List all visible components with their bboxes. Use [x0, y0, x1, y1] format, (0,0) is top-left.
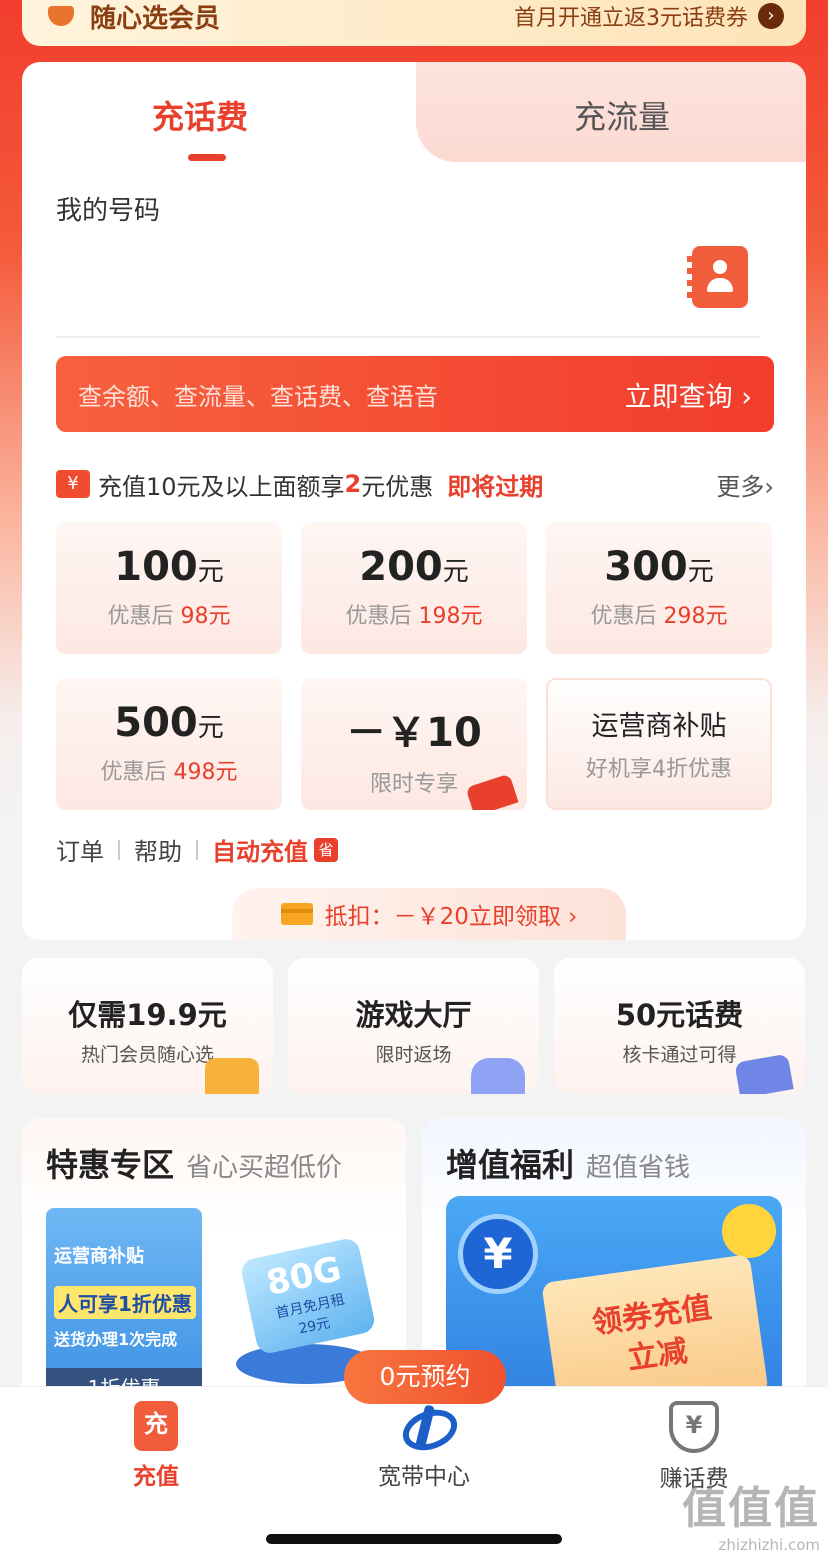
divider — [196, 839, 198, 860]
coupon-icon: ¥ — [56, 470, 90, 498]
promo-expiring: 即将过期 — [447, 472, 544, 501]
card-icon — [280, 903, 313, 925]
phone-field-row — [56, 242, 760, 338]
amount-unit: 元 — [197, 713, 224, 743]
gift-icon — [205, 1058, 259, 1094]
reserve-button[interactable]: 0元预约 — [344, 1350, 506, 1404]
poster-line: 人可享1折优惠 — [54, 1286, 196, 1319]
benefits-title: 增值福利 — [446, 1146, 575, 1184]
tab-phone-bill[interactable]: 充话费 — [152, 92, 248, 138]
phone-label: 我的号码 — [56, 196, 161, 226]
amount-unit: 元 — [197, 557, 224, 587]
amount-sub-value: 98元 — [180, 604, 231, 629]
contacts-button[interactable] — [687, 246, 748, 308]
member-banner[interactable]: 随心选会员 首月开通立返3元话费券 › — [22, 0, 806, 46]
member-promo-text: 首月开通立返3元话费券 — [514, 6, 748, 31]
benefits-subtitle: 超值省钱 — [586, 1153, 691, 1183]
tile-membership[interactable]: 仅需19.9元 热门会员随心选 — [22, 958, 273, 1094]
help-link[interactable]: 帮助 — [134, 832, 182, 867]
home-indicator[interactable] — [266, 1534, 562, 1544]
amount-option-coupon[interactable]: －￥10 限时专享 — [301, 678, 527, 810]
promo-row[interactable]: ¥ 充值10元及以上面额享 2 元优惠 即将过期 更多› — [56, 464, 774, 504]
tab-bar: 充话费 充流量 — [22, 62, 806, 162]
shield-yen-icon: ¥ — [669, 1401, 719, 1453]
data-plan-card[interactable]: 80G 首月免月租 29元 — [239, 1236, 377, 1356]
save-badge-icon: 省 — [314, 837, 338, 862]
deals-title: 特惠专区 — [46, 1146, 175, 1184]
amount-option-500[interactable]: 500元 优惠后 498元 — [56, 678, 282, 810]
nav-label: 充值 — [133, 1464, 179, 1490]
tile-phone-credit[interactable]: 50元话费 核卡通过可得 — [554, 958, 805, 1094]
divider — [118, 839, 120, 860]
amount-unit: 元 — [687, 557, 714, 587]
recharge-card: 充话费 充流量 我的号码 查余额、查流量、查话费、查语音 立即查询 › ¥ 充值… — [22, 62, 806, 940]
mascot-icon — [722, 1204, 776, 1258]
tab-data[interactable]: 充流量 — [574, 92, 670, 138]
tile-title: 游戏大厅 — [355, 998, 472, 1032]
recharge-icon: 充 — [134, 1401, 178, 1451]
tab-active-indicator — [188, 154, 226, 161]
amount-option-300[interactable]: 300元 优惠后 298元 — [546, 522, 772, 654]
carrier-subsidy-card[interactable]: 运营商补贴 好机享4折优惠 — [546, 678, 772, 810]
tile-game-hall[interactable]: 游戏大厅 限时返场 — [288, 958, 539, 1094]
poster-line: 运营商补贴 — [54, 1246, 144, 1267]
amount-sub-label: 优惠后 — [100, 760, 167, 785]
deals-poster[interactable]: 运营商补贴 人可享1折优惠 送货办理1次完成 1折优惠 — [46, 1208, 202, 1408]
amount-unit: 元 — [442, 557, 469, 587]
amount-value: 200 — [359, 544, 443, 590]
amount-sub-label: 优惠后 — [107, 604, 174, 629]
amount-option-200[interactable]: 200元 优惠后 198元 — [301, 522, 527, 654]
gamepad-icon — [471, 1058, 525, 1094]
deals-subtitle: 省心买超低价 — [186, 1153, 343, 1183]
amount-sub-value: 498元 — [173, 760, 238, 785]
deduct-text: 抵扣：－￥20立即领取 › — [324, 904, 578, 930]
promo-more-link[interactable]: 更多› — [716, 467, 774, 502]
quick-tiles: 仅需19.9元 热门会员随心选 游戏大厅 限时返场 50元话费 核卡通过可得 — [22, 958, 806, 1094]
tile-title: 仅需19.9元 — [68, 998, 227, 1032]
watermark-url: zhizhizhi.com — [718, 1536, 820, 1554]
amount-value: 100 — [114, 544, 198, 590]
nav-item-recharge[interactable]: 充 充值 — [66, 1401, 246, 1491]
amount-sub-value: 298元 — [663, 604, 728, 629]
link-row: 订单 帮助 自动充值 省 — [56, 832, 338, 867]
promo-suffix: 元优惠 — [361, 472, 434, 501]
heart-icon — [44, 0, 80, 34]
subsidy-sub: 好机享4折优惠 — [586, 757, 732, 782]
tile-title: 50元话费 — [615, 998, 744, 1032]
amount-sub-label: 优惠后 — [345, 604, 412, 629]
contacts-icon — [687, 256, 693, 300]
amount-grid: 100元 优惠后 98元 200元 优惠后 198元 300元 优惠后 298元… — [56, 522, 774, 810]
amount-sub-value: 198元 — [418, 604, 483, 629]
watermark-logo: 值值值 — [682, 1483, 820, 1534]
auto-recharge-link[interactable]: 自动充值 — [212, 832, 308, 867]
deduct-coupon-pill[interactable]: 抵扣：－￥20立即领取 › — [232, 888, 626, 940]
promo-amount: 2 — [344, 470, 362, 498]
member-promo[interactable]: 首月开通立返3元话费券 › — [514, 0, 784, 32]
nav-label: 宽带中心 — [378, 1464, 470, 1490]
phone-input[interactable] — [60, 282, 620, 313]
member-title: 随心选会员 — [90, 3, 221, 34]
watermark: 值值值 zhizhizhi.com — [682, 1472, 820, 1554]
query-text: 查余额、查流量、查话费、查语音 — [78, 382, 438, 411]
chevron-right-icon: › — [758, 3, 784, 29]
query-button[interactable]: 立即查询 › — [625, 375, 752, 414]
poster-line: 送货办理1次完成 — [54, 1330, 178, 1349]
amount-option-100[interactable]: 100元 优惠后 98元 — [56, 522, 282, 654]
query-bar[interactable]: 查余额、查流量、查话费、查语音 立即查询 › — [56, 356, 774, 432]
amount-value: 500 — [114, 700, 198, 746]
telecom-logo-icon — [396, 1401, 452, 1451]
amount-sub-label: 优惠后 — [590, 604, 657, 629]
nav-item-broadband[interactable]: 宽带中心 — [334, 1401, 514, 1491]
amount-sub-label: 限时专享 — [369, 772, 458, 797]
amount-value: －￥10 — [346, 710, 482, 756]
promo-prefix: 充值10元及以上面额享 — [98, 472, 345, 501]
subsidy-title: 运营商补贴 — [591, 711, 727, 742]
yen-icon: ¥ — [458, 1214, 538, 1294]
amount-value: 300 — [604, 544, 688, 590]
orders-link[interactable]: 订单 — [56, 832, 104, 867]
